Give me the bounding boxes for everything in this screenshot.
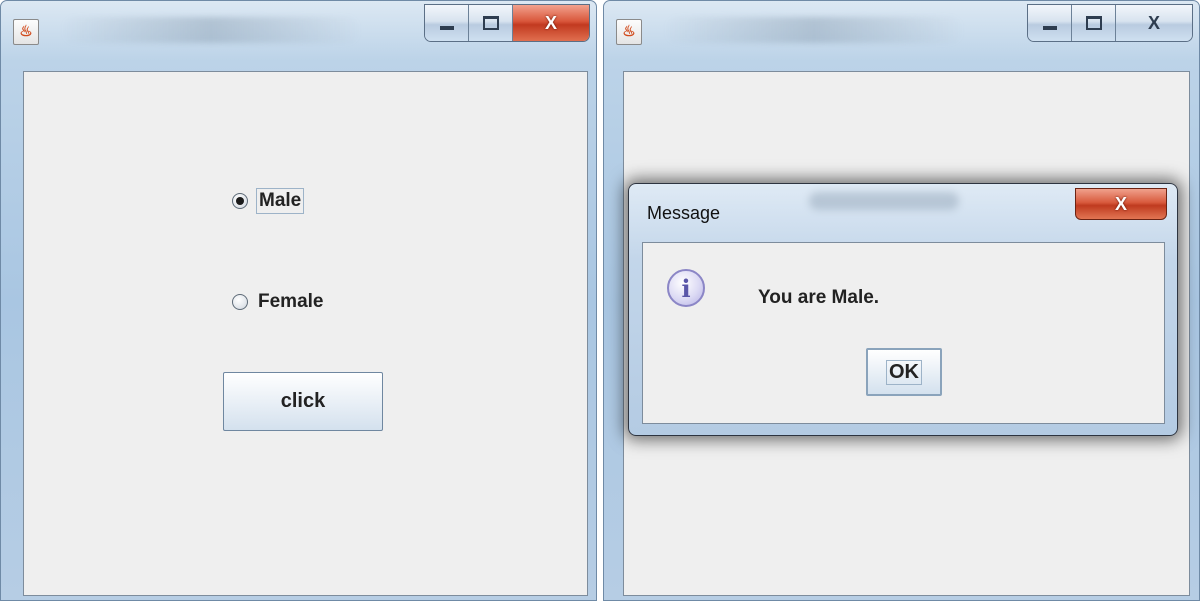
ok-button[interactable]: OK — [866, 348, 942, 396]
caption-buttons: X — [1027, 4, 1193, 42]
dialog-message: You are Male. — [758, 287, 880, 308]
message-dialog: Message X i You are Male. OK — [628, 183, 1178, 436]
close-button[interactable]: X — [513, 5, 589, 41]
maximize-icon — [1085, 16, 1102, 30]
minimize-button[interactable] — [425, 5, 469, 41]
blurred-title — [61, 17, 361, 43]
content-pane: Male Female click — [23, 71, 588, 596]
radio-male[interactable]: Male — [232, 188, 305, 214]
title-bar[interactable]: ♨ X — [1, 1, 596, 71]
title-bar[interactable]: ♨ X — [604, 1, 1199, 71]
dialog-body: i You are Male. OK — [642, 242, 1165, 424]
radio-label-male[interactable]: Male — [256, 188, 305, 214]
maximize-button[interactable] — [1072, 5, 1116, 41]
click-button[interactable]: click — [223, 372, 383, 431]
maximize-button[interactable] — [469, 5, 513, 41]
ok-button-label: OK — [886, 359, 922, 385]
main-window: ♨ X Male Female click — [0, 0, 597, 601]
radio-circle[interactable] — [232, 294, 248, 310]
java-app-icon[interactable]: ♨ — [13, 19, 39, 45]
radio-dot — [236, 197, 244, 205]
info-icon: i — [667, 269, 705, 307]
maximize-icon — [482, 16, 499, 30]
close-button[interactable]: X — [1116, 5, 1192, 41]
java-app-icon[interactable]: ♨ — [616, 19, 642, 45]
radio-label-female[interactable]: Female — [256, 290, 325, 314]
radio-female[interactable]: Female — [232, 290, 325, 314]
blurred-title — [664, 17, 964, 43]
minimize-icon — [1042, 26, 1057, 30]
minimize-icon — [439, 26, 454, 30]
blurred-title — [809, 192, 959, 210]
dialog-close-button[interactable]: X — [1075, 188, 1167, 220]
minimize-button[interactable] — [1028, 5, 1072, 41]
radio-circle-selected[interactable] — [232, 193, 248, 209]
caption-buttons: X — [424, 4, 590, 42]
dialog-title: Message — [647, 203, 721, 223]
